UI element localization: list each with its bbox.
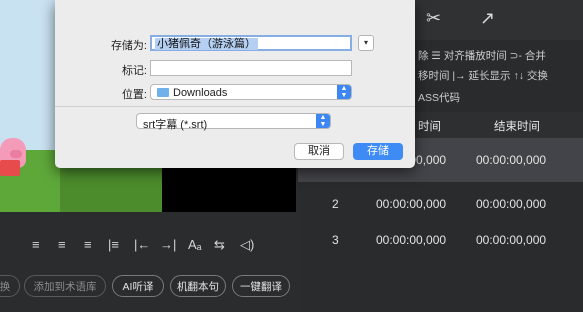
chart-line-icon[interactable]: ↗: [480, 8, 495, 29]
format-toolbar: ≡ ≡ ≡ |≡ |← →| Aₐ ⇆ ◁): [0, 228, 296, 262]
column-end-time: 结束时间: [494, 121, 540, 133]
row-end-time[interactable]: 00:00:00,000: [476, 233, 546, 247]
video-frame-character-snout: [10, 150, 22, 158]
align-center-icon[interactable]: ≡: [58, 237, 66, 252]
row-end-time[interactable]: 00:00:00,000: [476, 197, 546, 211]
action-button-bar: 换 添加到术语库 AI听译 机翻本句 一键翻译: [0, 272, 296, 304]
font-size-icon[interactable]: Aₐ: [188, 237, 202, 252]
one-click-translate-button[interactable]: 一键翻译: [232, 275, 290, 297]
speaker-icon[interactable]: ◁): [240, 237, 254, 253]
align-bar-icon[interactable]: |≡: [108, 237, 119, 252]
convert-button[interactable]: 换: [0, 275, 20, 297]
folder-icon: [157, 88, 169, 97]
filename-field[interactable]: 小猪佩奇（游泳篇）: [150, 35, 352, 51]
video-frame-character-dress: [0, 160, 20, 176]
select-arrows-icon: ▲ ▼: [316, 114, 330, 128]
file-format-select[interactable]: srt字幕 (*.srt) ▲ ▼: [136, 113, 331, 131]
filename-value: 小猪佩奇（游泳篇）: [155, 38, 258, 50]
tags-label: 标记:: [121, 65, 147, 77]
align-left-icon[interactable]: ≡: [32, 237, 40, 252]
indent-right-icon[interactable]: →|: [160, 237, 176, 252]
table-row[interactable]: 3 00:00:00,000 00:00:00,000: [298, 218, 583, 262]
file-format-value: srt字幕 (*.srt): [143, 119, 208, 131]
save-as-label: 存储为:: [110, 40, 147, 52]
location-select[interactable]: Downloads ▲ ▼: [150, 84, 352, 100]
row-index: 3: [332, 233, 339, 247]
video-frame-path: [60, 168, 162, 212]
swap-icon[interactable]: ⇆: [214, 237, 225, 253]
cancel-button[interactable]: 取消: [294, 143, 344, 160]
row-end-time[interactable]: 00:00:00,000: [476, 153, 546, 167]
indent-left-icon[interactable]: |←: [134, 237, 150, 252]
tags-field[interactable]: [150, 60, 352, 76]
dialog-divider: [55, 106, 415, 107]
location-label: 位置:: [121, 89, 147, 101]
select-arrows-icon: ▲ ▼: [337, 85, 351, 99]
location-value: Downloads: [173, 87, 228, 99]
row-start-time[interactable]: 00:00:00,000: [376, 197, 446, 211]
align-right-icon[interactable]: ≡: [84, 237, 92, 252]
column-start-time: 时间: [418, 121, 441, 133]
add-to-glossary-button[interactable]: 添加到术语库: [24, 275, 106, 297]
ai-listen-translate-button[interactable]: AI听译: [112, 275, 164, 297]
save-dialog: 存储为: 小猪佩奇（游泳篇） ▾ 标记: 位置: Downloads ▲ ▼ sr…: [55, 0, 415, 168]
tool-row-1[interactable]: 除 ☰ 对齐播放时间 ⊃- 合并: [418, 48, 546, 63]
chevron-down-icon[interactable]: ▾: [358, 35, 374, 51]
tool-row-2[interactable]: 移时间 |→ 延长显示 ↑↓ 交换: [418, 68, 548, 83]
save-button[interactable]: 存储: [353, 143, 403, 160]
wand-icon[interactable]: ✂: [426, 8, 441, 29]
tool-row-3[interactable]: ASS代码: [418, 90, 460, 105]
machine-translate-sentence-button[interactable]: 机翻本句: [170, 275, 226, 297]
row-start-time[interactable]: 00:00:00,000: [376, 233, 446, 247]
row-index: 2: [332, 197, 339, 211]
